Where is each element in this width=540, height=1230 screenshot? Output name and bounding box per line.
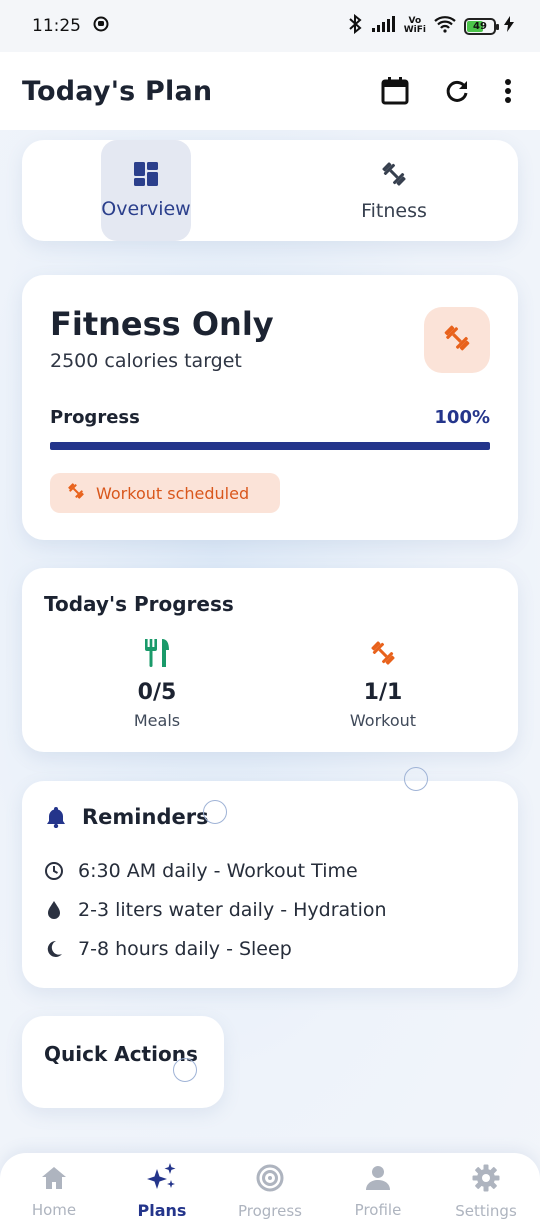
- dumbbell-icon: [368, 638, 398, 672]
- dumbbell-icon: [379, 159, 409, 194]
- signal-icon: [371, 16, 396, 36]
- touch-ripple: [404, 767, 428, 791]
- reminder-text: 2-3 liters water daily - Hydration: [78, 898, 387, 921]
- page-title: Today's Plan: [22, 75, 213, 107]
- target-icon: [256, 1164, 284, 1196]
- calendar-icon[interactable]: [380, 76, 410, 106]
- list-item: 7-8 hours daily - Sleep: [44, 929, 387, 968]
- more-vert-icon[interactable]: [504, 78, 512, 104]
- plan-summary-card: Fitness Only 2500 calories target Progre…: [22, 275, 518, 540]
- touch-ripple: [173, 1058, 197, 1082]
- todays-progress-title: Today's Progress: [44, 592, 234, 616]
- status-bar: 11:25 Vo WiFi 49: [0, 0, 540, 52]
- chip-label: Workout scheduled: [96, 483, 250, 503]
- progress-bar: [50, 442, 490, 450]
- refresh-icon[interactable]: [444, 78, 470, 104]
- bottom-navigation: Home Plans Progress Profile Settings: [0, 1153, 540, 1230]
- plan-title: Fitness Only: [50, 305, 274, 343]
- progress-label: Progress: [50, 407, 140, 428]
- reminder-text: 7-8 hours daily - Sleep: [78, 937, 292, 960]
- status-time: 11:25: [32, 16, 81, 36]
- progress-value: 100%: [434, 407, 490, 428]
- app-bar: Today's Plan: [0, 52, 540, 130]
- tab-bar: Overview Fitness: [22, 140, 518, 241]
- plan-calorie-target: 2500 calories target: [50, 350, 242, 372]
- tab-fitness-label: Fitness: [361, 200, 427, 222]
- meals-stat: 0/5 Meals: [92, 638, 222, 730]
- nav-settings[interactable]: Settings: [432, 1164, 540, 1220]
- sparkles-icon: [147, 1163, 177, 1195]
- person-icon: [365, 1165, 391, 1195]
- notification-icon: [93, 16, 109, 37]
- workout-scheduled-chip: Workout scheduled: [50, 473, 280, 513]
- gear-icon: [472, 1164, 500, 1196]
- tab-fitness[interactable]: Fitness: [344, 140, 444, 241]
- vowifi-indicator: Vo WiFi: [403, 16, 426, 35]
- plan-type-badge: [424, 307, 490, 373]
- workout-stat: 1/1 Workout: [318, 638, 448, 730]
- progress-bar-fill: [50, 442, 490, 450]
- clock-icon: [44, 861, 64, 881]
- bluetooth-icon: [346, 13, 364, 38]
- utensils-icon: [143, 638, 171, 672]
- nav-plans[interactable]: Plans: [108, 1163, 216, 1220]
- todays-progress-card: Today's Progress 0/5 Meals 1/1 Workout: [22, 568, 518, 752]
- list-item: 2-3 liters water daily - Hydration: [44, 890, 387, 929]
- workout-value: 1/1: [363, 680, 403, 705]
- nav-progress[interactable]: Progress: [216, 1164, 324, 1220]
- battery-icon: 49: [464, 17, 499, 35]
- workout-label: Workout: [349, 711, 417, 730]
- nav-plans-label: Plans: [137, 1201, 187, 1220]
- nav-home-label: Home: [31, 1200, 77, 1219]
- reminders-card: Reminders 6:30 AM daily - Workout Time 2…: [22, 781, 518, 988]
- touch-ripple: [203, 800, 227, 824]
- nav-home[interactable]: Home: [0, 1165, 108, 1219]
- nav-progress-label: Progress: [237, 1201, 302, 1220]
- tab-overview-label: Overview: [101, 198, 191, 220]
- dashboard-icon: [133, 161, 159, 192]
- wifi-icon: [434, 15, 456, 37]
- reminders-list: 6:30 AM daily - Workout Time 2-3 liters …: [44, 851, 387, 968]
- tab-overview[interactable]: Overview: [101, 140, 191, 241]
- nav-settings-label: Settings: [455, 1201, 517, 1220]
- bell-icon: [46, 806, 66, 828]
- nav-profile-label: Profile: [354, 1200, 402, 1219]
- dumbbell-icon: [441, 322, 473, 358]
- water-drop-icon: [44, 900, 64, 920]
- reminder-text: 6:30 AM daily - Workout Time: [78, 859, 358, 882]
- nav-profile[interactable]: Profile: [324, 1165, 432, 1219]
- dumbbell-icon: [66, 481, 86, 505]
- reminders-title: Reminders: [82, 805, 209, 829]
- moon-icon: [44, 939, 64, 959]
- meals-value: 0/5: [137, 680, 177, 705]
- home-icon: [40, 1165, 68, 1195]
- charging-icon: [504, 16, 514, 36]
- list-item: 6:30 AM daily - Workout Time: [44, 851, 387, 890]
- meals-label: Meals: [133, 711, 181, 730]
